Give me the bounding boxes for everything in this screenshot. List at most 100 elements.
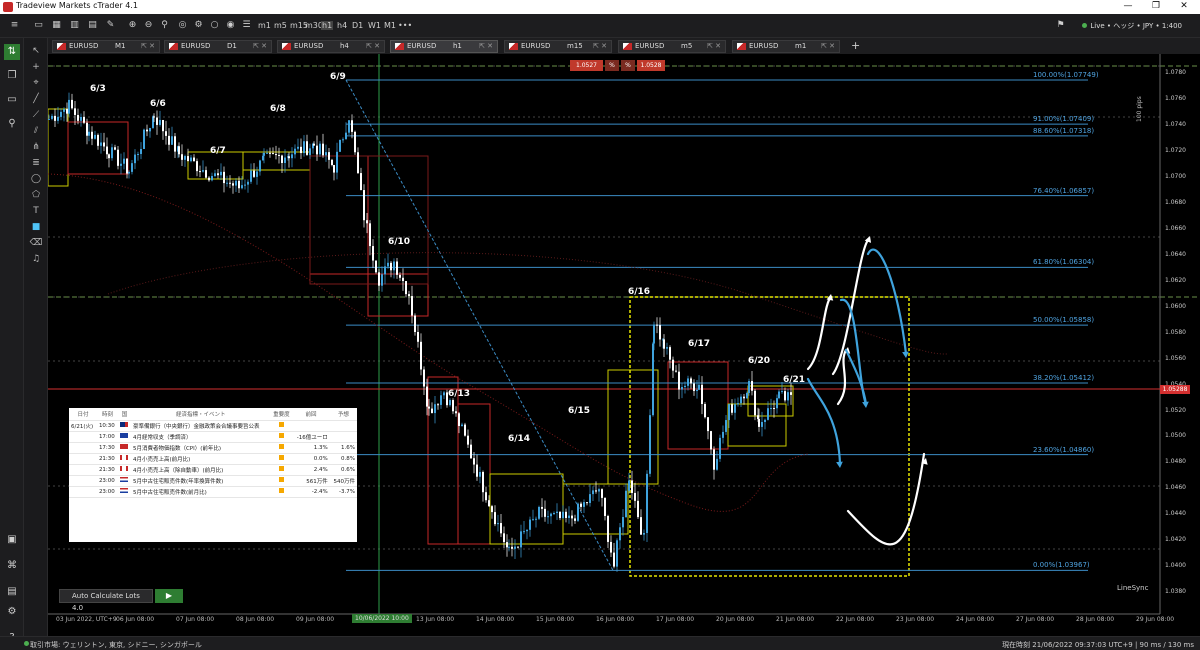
pitchfork-icon[interactable]: ⋔ [29, 140, 43, 154]
calendar-date [69, 442, 97, 454]
fib-level-label: 100.00%(1.07749) [1033, 71, 1099, 79]
fibonacci-icon[interactable]: ≣ [29, 156, 43, 170]
automate-icon[interactable]: ⌘ [4, 558, 20, 574]
layout-icon[interactable]: ▦ [50, 19, 63, 32]
close-button[interactable]: ✕ [1170, 0, 1198, 14]
candle-body [485, 492, 487, 501]
calendar-previous: -16億ユーロ [292, 431, 330, 443]
new-chart-icon[interactable]: ▭ [32, 19, 45, 32]
connection-status-icon [24, 641, 29, 646]
copy-icon[interactable]: ❐ [4, 68, 20, 84]
crosshair-icon[interactable]: + [29, 60, 43, 74]
tab-controls-icon[interactable]: ⇱ ✕ [707, 42, 721, 50]
tab-controls-icon[interactable]: ⇱ ✕ [479, 42, 493, 50]
tab-controls-icon[interactable]: ⇱ ✕ [366, 42, 380, 50]
candle-body [348, 120, 350, 133]
price-chart[interactable]: 1.0527 % % 1.0528 100.00%(1.07749) 91.00%… [48, 54, 1200, 636]
pin-icon[interactable]: ⚲ [158, 19, 171, 32]
timeframe-h4[interactable]: h4 [337, 21, 347, 30]
settings-icon[interactable]: ⚙ [192, 19, 205, 32]
candle-body [497, 523, 499, 525]
stack-icon[interactable]: ☰ [240, 19, 253, 32]
candle-body [80, 116, 82, 121]
tab-eurusd-m5[interactable]: EURUSD m5 ⇱ ✕ [618, 40, 726, 53]
portfolio-icon[interactable]: ▣ [4, 532, 20, 548]
bar-chart-icon[interactable]: ▤ [86, 19, 99, 32]
add-tab-button[interactable]: + [851, 40, 863, 52]
notifications-icon[interactable]: ⚑ [1054, 19, 1067, 32]
more-timeframes-button[interactable]: ••• [398, 21, 412, 30]
minimize-button[interactable]: — [1114, 0, 1142, 14]
zoom-out-icon[interactable]: ⊖ [142, 19, 155, 32]
timeframe-m5[interactable]: m5 [274, 21, 287, 30]
calendar-previous: 1.3% [292, 442, 330, 454]
measure-icon[interactable]: ⌖ [29, 76, 43, 90]
chart-canvas[interactable] [48, 54, 1200, 636]
us-flag-icon [120, 477, 129, 482]
menu-icon[interactable]: ≡ [8, 19, 21, 32]
analyze-icon[interactable]: ⚲ [4, 116, 20, 132]
candle-body [396, 261, 398, 275]
ray-icon[interactable]: ⟋ [29, 108, 43, 122]
header-time: 時刻 [96, 408, 119, 421]
timeframe-w1[interactable]: W1 [368, 21, 381, 30]
tab-eurusd-d1[interactable]: EURUSD D1 ⇱ ✕ [164, 40, 272, 53]
cursor-icon[interactable]: ↖ [29, 44, 43, 58]
tab-controls-icon[interactable]: ⇱ ✕ [821, 42, 835, 50]
tab-controls-icon[interactable]: ⇱ ✕ [141, 42, 155, 50]
candle-body [309, 148, 311, 155]
maximize-button[interactable]: ❐ [1142, 0, 1170, 14]
trendline-icon[interactable]: ╱ [29, 92, 43, 106]
candle-body [751, 381, 753, 391]
monitor-icon[interactable]: ▭ [4, 92, 20, 108]
date-label: 6/21 [783, 375, 806, 385]
buy-price-box[interactable]: 1.0528 [637, 60, 665, 71]
text-icon[interactable]: T [29, 204, 43, 218]
tab-eurusd-mn1[interactable]: EURUSD M1 ⇱ ✕ [52, 40, 160, 53]
pips-scale-label: 100 pips [1136, 96, 1143, 122]
alert-icon[interactable]: ♫ [29, 252, 43, 266]
candle-body [140, 148, 142, 154]
candle-body [604, 497, 606, 516]
zoom-in-icon[interactable]: ⊕ [126, 19, 139, 32]
candle-body [423, 369, 425, 387]
tab-eurusd-m15[interactable]: EURUSD m15 ⇱ ✕ [504, 40, 612, 53]
timeframe-m1[interactable]: m1 [258, 21, 271, 30]
calendar-time: 23:00 [96, 475, 119, 487]
eye-icon[interactable]: ◉ [224, 19, 237, 32]
news-icon[interactable]: ▤ [4, 584, 20, 600]
trade-watch-icon[interactable]: ⇅ [4, 44, 20, 60]
channel-icon[interactable]: ⫽ [29, 124, 43, 138]
indicator-icon[interactable]: ✎ [104, 19, 117, 32]
settings-gear-icon[interactable]: ⚙ [4, 604, 20, 620]
candle-body [500, 523, 502, 534]
candle-body [363, 190, 365, 221]
timeframe-h1[interactable]: h1 [321, 21, 334, 30]
candle-body [325, 152, 327, 156]
tab-eurusd-h4[interactable]: EURUSD h4 ⇱ ✕ [277, 40, 385, 53]
tab-eurusd-h1[interactable]: EURUSD h1 ⇱ ✕ [390, 40, 498, 53]
country-flag-icon [118, 486, 131, 498]
eraser-icon[interactable]: ⌫ [29, 236, 43, 250]
eurusd-flag-icon [737, 43, 746, 50]
timeframe-d1[interactable]: D1 [352, 21, 363, 30]
candle-body [91, 131, 93, 139]
au-flag-icon [120, 422, 129, 427]
shape-icon[interactable]: ⬠ [29, 188, 43, 202]
sync-icon[interactable]: ○ [208, 19, 221, 32]
candle-body [357, 152, 359, 174]
ellipse-icon[interactable]: ◯ [29, 172, 43, 186]
chart-type-icon[interactable]: ▥ [68, 19, 81, 32]
account-info[interactable]: Live • ヘッジ • JPY • 1:400 [1082, 21, 1182, 31]
color-icon[interactable]: ■ [29, 220, 43, 234]
play-button[interactable]: ▶ [155, 589, 183, 603]
tab-controls-icon[interactable]: ⇱ ✕ [253, 42, 267, 50]
time-tick: 28 Jun 08:00 [1076, 616, 1115, 623]
tab-eurusd-m1[interactable]: EURUSD m1 ⇱ ✕ [732, 40, 840, 53]
candle-body [269, 152, 271, 154]
sell-price-box[interactable]: 1.0527 [570, 60, 603, 71]
template-icon[interactable]: ◎ [176, 19, 189, 32]
tab-controls-icon[interactable]: ⇱ ✕ [593, 42, 607, 50]
auto-calculate-lots-button[interactable]: Auto Calculate Lots 4.0 [59, 589, 153, 612]
timeframe-mn1[interactable]: M1 [384, 21, 396, 30]
